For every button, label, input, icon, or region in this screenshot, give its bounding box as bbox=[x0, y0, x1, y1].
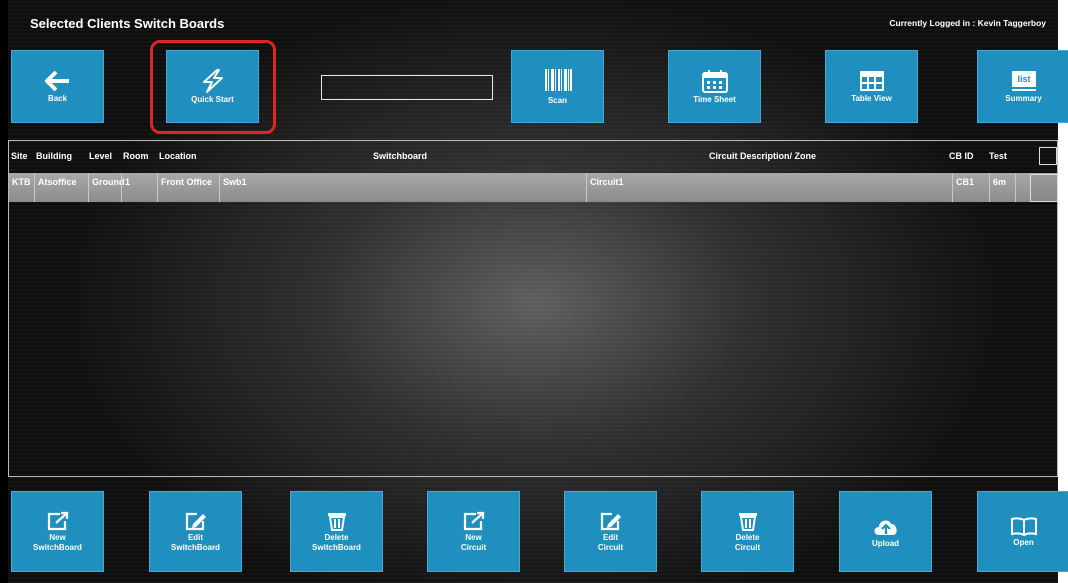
trash-icon bbox=[738, 512, 757, 531]
back-label: Back bbox=[47, 93, 68, 103]
delete-switchboard-button[interactable]: Delete SwitchBoard bbox=[290, 491, 383, 572]
switchboard-grid: Site Building Level Room Location Switch… bbox=[8, 140, 1058, 477]
new-switchboard-button[interactable]: New SwitchBoard bbox=[11, 491, 104, 572]
col-cb-id[interactable]: CB ID bbox=[949, 151, 974, 161]
trash-icon bbox=[327, 512, 346, 531]
cell-site: KTB bbox=[12, 177, 31, 187]
delete-circuit-label-2: Circuit bbox=[734, 542, 761, 552]
upload-button[interactable]: Upload bbox=[839, 491, 932, 572]
row-checkbox[interactable] bbox=[1030, 174, 1058, 202]
calendar-icon bbox=[701, 69, 728, 93]
col-circuit-description[interactable]: Circuit Description/ Zone bbox=[709, 151, 816, 161]
col-location[interactable]: Location bbox=[159, 151, 197, 161]
quick-start-highlight bbox=[150, 40, 276, 134]
table-view-button[interactable]: Table View bbox=[825, 50, 918, 123]
edit-switchboard-button[interactable]: Edit SwitchBoard bbox=[149, 491, 242, 572]
col-level[interactable]: Level bbox=[89, 151, 112, 161]
cell-test: 6m bbox=[989, 173, 1006, 202]
cell-circuit: Circuit1 bbox=[586, 173, 624, 202]
scan-input[interactable] bbox=[321, 75, 493, 100]
col-room[interactable]: Room bbox=[123, 151, 149, 161]
arrow-left-icon bbox=[44, 70, 69, 91]
table-view-label: Table View bbox=[851, 93, 892, 103]
list-icon: list bbox=[1011, 70, 1036, 91]
edit-circuit-label-2: Circuit bbox=[597, 542, 624, 552]
back-button[interactable]: Back bbox=[11, 50, 104, 123]
edit-pencil-icon bbox=[600, 512, 621, 530]
col-site[interactable]: Site bbox=[11, 151, 28, 161]
scan-button[interactable]: Scan bbox=[511, 50, 604, 123]
select-all-checkbox[interactable] bbox=[1039, 147, 1057, 165]
edit-circuit-label-1: Edit bbox=[602, 532, 619, 542]
open-book-icon bbox=[1010, 516, 1037, 536]
new-circuit-button[interactable]: New Circuit bbox=[427, 491, 520, 572]
delete-switchboard-label-2: SwitchBoard bbox=[312, 542, 361, 552]
open-button[interactable]: Open bbox=[977, 491, 1068, 572]
cell-spacer bbox=[1015, 173, 1030, 202]
col-building[interactable]: Building bbox=[36, 151, 72, 161]
list-icon-text: list bbox=[1017, 74, 1030, 84]
cloud-upload-icon bbox=[874, 519, 897, 535]
delete-switchboard-label-1: Delete bbox=[324, 532, 349, 542]
cell-location: Front Office bbox=[157, 173, 212, 202]
table-icon bbox=[859, 70, 884, 91]
grid-header: Site Building Level Room Location Switch… bbox=[9, 148, 1057, 166]
time-sheet-label: Time Sheet bbox=[693, 94, 736, 104]
table-row[interactable]: KTB Atsoffice Ground 1 Front Office Swb1… bbox=[9, 173, 1058, 202]
scan-label: Scan bbox=[547, 95, 568, 105]
cell-building: Atsoffice bbox=[34, 173, 77, 202]
cell-room: 1 bbox=[121, 173, 130, 202]
cell-level: Ground bbox=[88, 173, 125, 202]
new-switchboard-label-2: SwitchBoard bbox=[33, 542, 82, 552]
edit-switchboard-label-2: SwitchBoard bbox=[171, 542, 220, 552]
open-label: Open bbox=[1013, 537, 1034, 547]
barcode-icon bbox=[544, 68, 572, 91]
new-window-icon bbox=[463, 511, 484, 530]
cell-cb-id: CB1 bbox=[952, 173, 974, 202]
logged-in-user: Currently Logged in : Kevin Taggerboy bbox=[889, 18, 1046, 28]
new-switchboard-label-1: New bbox=[49, 532, 66, 542]
time-sheet-button[interactable]: Time Sheet bbox=[668, 50, 761, 123]
edit-switchboard-label-1: Edit bbox=[187, 532, 204, 542]
new-circuit-label-1: New bbox=[465, 532, 482, 542]
page-title: Selected Clients Switch Boards bbox=[30, 16, 225, 31]
new-window-icon bbox=[47, 511, 68, 530]
summary-button[interactable]: list Summary bbox=[977, 50, 1068, 123]
upload-label: Upload bbox=[871, 538, 900, 548]
col-switchboard[interactable]: Switchboard bbox=[373, 151, 427, 161]
delete-circuit-label-1: Delete bbox=[735, 532, 760, 542]
edit-circuit-button[interactable]: Edit Circuit bbox=[564, 491, 657, 572]
col-test[interactable]: Test bbox=[989, 151, 1007, 161]
new-circuit-label-2: Circuit bbox=[460, 542, 487, 552]
cell-switchboard: Swb1 bbox=[219, 173, 247, 202]
summary-label: Summary bbox=[1005, 93, 1042, 103]
edit-pencil-icon bbox=[185, 512, 206, 530]
delete-circuit-button[interactable]: Delete Circuit bbox=[701, 491, 794, 572]
